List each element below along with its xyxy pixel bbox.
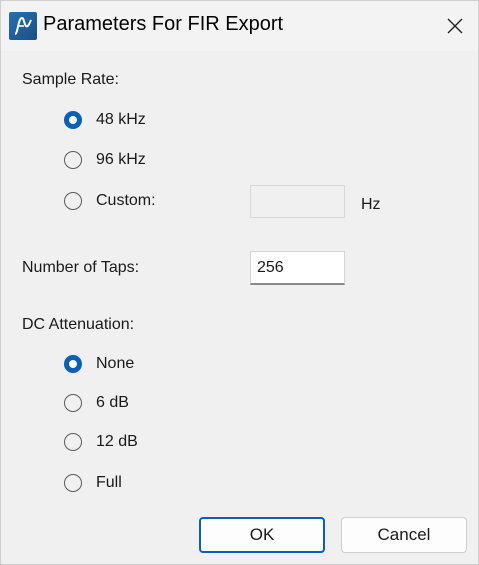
- radio-96khz-label: 96 kHz: [96, 151, 146, 168]
- radio-dc-none[interactable]: None: [64, 352, 134, 376]
- sample-rate-label: Sample Rate:: [22, 71, 119, 88]
- radio-48khz[interactable]: 48 kHz: [64, 108, 146, 132]
- radio-48khz-label: 48 kHz: [96, 111, 146, 128]
- radio-dc-full-label: Full: [96, 474, 122, 491]
- radio-96khz-indicator[interactable]: [64, 151, 82, 169]
- ok-button[interactable]: OK: [199, 517, 325, 553]
- radio-custom-indicator[interactable]: [64, 192, 82, 210]
- close-button[interactable]: [432, 1, 478, 51]
- radio-dc-6db-indicator[interactable]: [64, 394, 82, 412]
- radio-dc-none-indicator[interactable]: [64, 355, 82, 373]
- radio-dc-full[interactable]: Full: [64, 471, 122, 495]
- taps-input[interactable]: [250, 251, 345, 285]
- close-icon: [447, 18, 463, 34]
- radio-dc-12db-indicator[interactable]: [64, 433, 82, 451]
- radio-dc-12db-label: 12 dB: [96, 433, 138, 450]
- radio-dc-6db-label: 6 dB: [96, 394, 129, 411]
- cancel-button[interactable]: Cancel: [341, 517, 467, 553]
- title-bar[interactable]: Parameters For FIR Export: [1, 1, 478, 51]
- fir-app-icon: [9, 12, 37, 40]
- custom-rate-unit: Hz: [361, 196, 381, 213]
- fir-export-dialog: Parameters For FIR Export Sample Rate: 4…: [0, 0, 479, 565]
- radio-48khz-indicator[interactable]: [64, 111, 82, 129]
- radio-dc-full-indicator[interactable]: [64, 474, 82, 492]
- radio-custom[interactable]: Custom:: [64, 189, 156, 213]
- dc-attenuation-label: DC Attenuation:: [22, 316, 135, 333]
- radio-96khz[interactable]: 96 kHz: [64, 148, 146, 172]
- radio-dc-none-label: None: [96, 355, 135, 372]
- radio-dc-12db[interactable]: 12 dB: [64, 430, 138, 454]
- custom-rate-input[interactable]: [250, 185, 345, 218]
- radio-dc-6db[interactable]: 6 dB: [64, 391, 129, 415]
- radio-custom-label: Custom:: [96, 192, 156, 209]
- window-title: Parameters For FIR Export: [43, 13, 284, 35]
- taps-label: Number of Taps:: [22, 259, 140, 276]
